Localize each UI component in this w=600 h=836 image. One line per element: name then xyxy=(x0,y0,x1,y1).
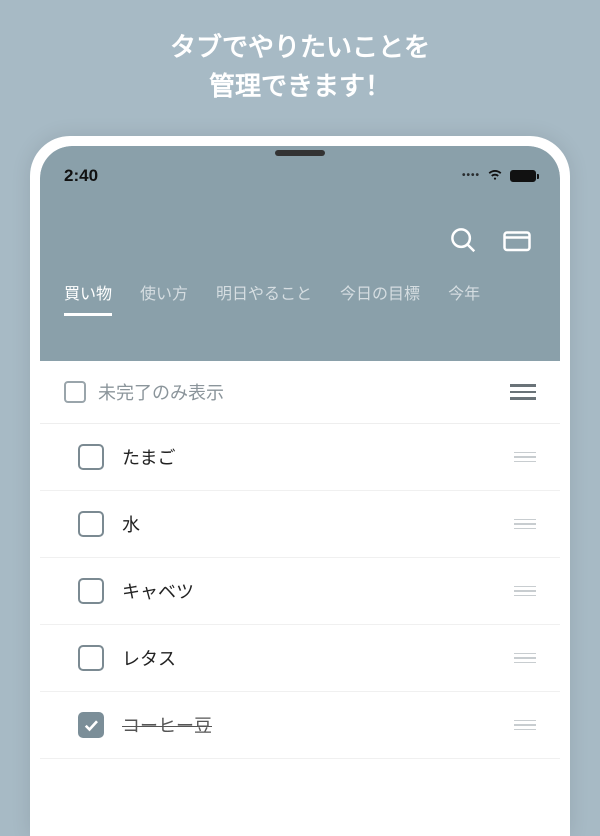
tabs: 買い物 使い方 明日やること 今日の目標 今年 xyxy=(40,280,560,316)
drag-handle-icon[interactable] xyxy=(514,653,536,664)
battery-icon xyxy=(510,170,536,182)
list-item[interactable]: コーヒー豆 xyxy=(40,692,560,759)
tab-today-goal[interactable]: 今日の目標 xyxy=(340,280,420,316)
cellular-icon: •••• xyxy=(462,170,480,181)
tab-this-year[interactable]: 今年 xyxy=(448,280,480,316)
item-checkbox[interactable] xyxy=(78,444,104,470)
tablet-frame: 2:40 •••• xyxy=(30,136,570,836)
drag-handle-icon[interactable] xyxy=(514,586,536,597)
tab-shopping[interactable]: 買い物 xyxy=(64,280,112,316)
tablet-screen: 2:40 •••• xyxy=(40,146,560,826)
item-checkbox[interactable] xyxy=(78,645,104,671)
promo-line2: 管理できます！ xyxy=(20,67,580,106)
folder-icon[interactable] xyxy=(502,225,532,260)
wifi-icon xyxy=(486,164,504,187)
tab-howto[interactable]: 使い方 xyxy=(140,280,188,316)
item-label: たまご xyxy=(122,444,175,470)
notch xyxy=(275,150,325,156)
item-label: レタス xyxy=(122,645,176,671)
promo-heading: タブでやりたいことを 管理できます！ xyxy=(0,0,600,136)
status-icons: •••• xyxy=(462,164,536,187)
todo-list: たまご 水 キャベツ xyxy=(40,424,560,759)
item-label: 水 xyxy=(122,511,140,537)
list-item[interactable]: たまご xyxy=(40,424,560,491)
status-time: 2:40 xyxy=(64,166,98,186)
filter-checkbox[interactable] xyxy=(64,381,86,403)
item-checkbox[interactable] xyxy=(78,578,104,604)
filter-left: 未完了のみ表示 xyxy=(64,379,224,405)
drag-handle-icon[interactable] xyxy=(514,519,536,530)
filter-label: 未完了のみ表示 xyxy=(98,379,224,405)
item-label: コーヒー豆 xyxy=(122,712,212,738)
drag-handle-icon[interactable] xyxy=(514,720,536,731)
list-item[interactable]: レタス xyxy=(40,625,560,692)
list-item[interactable]: キャベツ xyxy=(40,558,560,625)
item-label: キャベツ xyxy=(122,578,194,604)
menu-icon[interactable] xyxy=(510,384,536,400)
item-checkbox[interactable] xyxy=(78,511,104,537)
app-header: 2:40 •••• xyxy=(40,146,560,361)
tab-tomorrow[interactable]: 明日やること xyxy=(216,280,312,316)
list-item[interactable]: 水 xyxy=(40,491,560,558)
toolbar xyxy=(40,195,560,280)
promo-line1: タブでやりたいことを xyxy=(20,28,580,67)
filter-bar: 未完了のみ表示 xyxy=(40,361,560,424)
item-checkbox[interactable] xyxy=(78,712,104,738)
drag-handle-icon[interactable] xyxy=(514,452,536,463)
search-icon[interactable] xyxy=(448,225,478,260)
